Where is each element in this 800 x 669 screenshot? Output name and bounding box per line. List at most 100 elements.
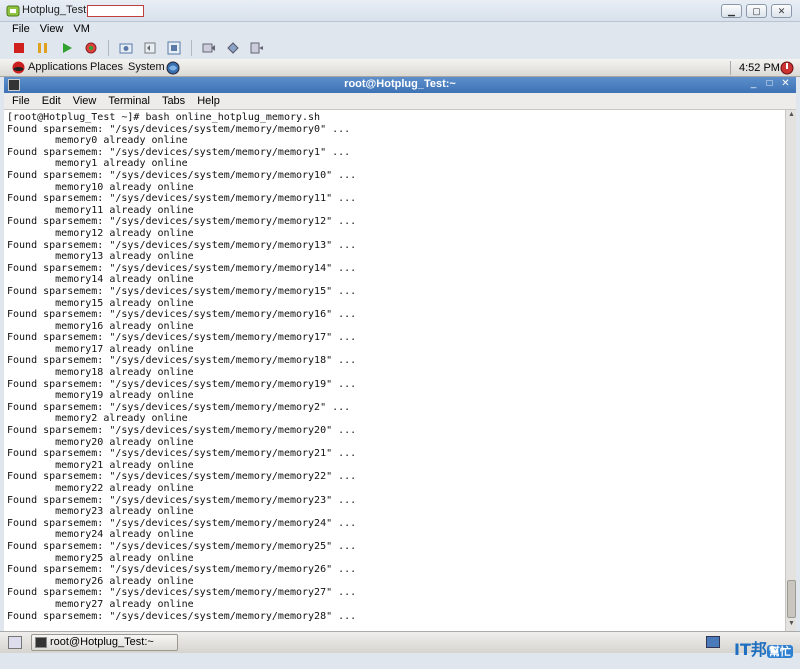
terminal-minimize-button[interactable]: _	[747, 78, 760, 91]
web-browser-icon[interactable]	[166, 61, 180, 75]
terminal-line: Found sparsemem: "/sys/devices/system/me…	[7, 123, 351, 135]
terminal-line: memory1 already online	[7, 158, 188, 170]
vm-menu-vm[interactable]: VM	[73, 22, 90, 37]
redhat-logo-icon	[12, 61, 25, 74]
quick-switch-button[interactable]	[200, 39, 218, 57]
terminal-line: Found sparsemem: "/sys/devices/system/me…	[7, 309, 357, 321]
watermark-text-1: IT邦	[734, 640, 767, 659]
show-desktop-button[interactable]	[8, 636, 22, 649]
snapshot-icon	[119, 43, 133, 54]
terminal-line: memory11 already online	[7, 204, 194, 216]
terminal-line: Found sparsemem: "/sys/devices/system/me…	[7, 564, 357, 576]
vm-statusbar	[0, 653, 800, 669]
taskbar-item-terminal[interactable]: root@Hotplug_Test:~	[31, 634, 178, 651]
vm-host-name-box	[87, 5, 144, 17]
terminal-menu-help[interactable]: Help	[197, 93, 220, 109]
stop-vm-button[interactable]	[10, 39, 28, 57]
terminal-line: memory19 already online	[7, 390, 194, 402]
terminal-line: memory10 already online	[7, 181, 194, 193]
scroll-up-arrow-icon[interactable]: ▲	[787, 111, 796, 121]
terminal-line: Found sparsemem: "/sys/devices/system/me…	[7, 169, 357, 181]
reset-vm-button[interactable]	[82, 39, 100, 57]
terminal-line: memory27 already online	[7, 598, 194, 610]
revert-snapshot-button[interactable]	[141, 39, 159, 57]
terminal-line: Found sparsemem: "/sys/devices/system/me…	[7, 610, 357, 622]
reset-icon	[85, 42, 97, 54]
terminal-titlebar: root@Hotplug_Test:~ _ □ ✕	[4, 77, 796, 93]
terminal-line: Found sparsemem: "/sys/devices/system/me…	[7, 262, 357, 274]
pause-vm-button[interactable]	[34, 39, 52, 57]
vm-menu-file[interactable]: File	[12, 22, 30, 37]
terminal-menu-view[interactable]: View	[73, 93, 97, 109]
terminal-line: Found sparsemem: "/sys/devices/system/me…	[7, 540, 357, 552]
panel-clock[interactable]: 4:52 PM	[739, 62, 780, 74]
terminal-output[interactable]: [root@Hotplug_Test ~]# bash online_hotpl…	[4, 110, 785, 631]
terminal-menu-tabs[interactable]: Tabs	[162, 93, 185, 109]
terminal-line: memory15 already online	[7, 297, 194, 309]
play-icon	[63, 43, 72, 53]
terminal-line: Found sparsemem: "/sys/devices/system/me…	[7, 494, 357, 506]
terminal-line: memory14 already online	[7, 274, 194, 286]
vm-menubar: File View VM	[0, 22, 800, 37]
terminal-line: Found sparsemem: "/sys/devices/system/me…	[7, 146, 351, 158]
terminal-line: memory18 already online	[7, 367, 194, 379]
workspace-switcher[interactable]	[706, 636, 720, 648]
terminal-line: Found sparsemem: "/sys/devices/system/me…	[7, 332, 357, 344]
terminal-title: root@Hotplug_Test:~	[344, 78, 456, 90]
terminal-line: memory16 already online	[7, 320, 194, 332]
gnome-bottom-panel: root@Hotplug_Test:~	[0, 631, 800, 653]
terminal-line: memory25 already online	[7, 552, 194, 564]
system-menu[interactable]: System	[128, 61, 165, 73]
terminal-line: Found sparsemem: "/sys/devices/system/me…	[7, 517, 357, 529]
taskbar-item-label: root@Hotplug_Test:~	[50, 636, 154, 648]
terminal-line: Found sparsemem: "/sys/devices/system/me…	[7, 425, 357, 437]
places-menu[interactable]: Places	[90, 61, 123, 73]
maximize-button[interactable]: ▢	[746, 4, 767, 18]
terminal-line: memory24 already online	[7, 529, 194, 541]
terminal-line: memory23 already online	[7, 506, 194, 518]
terminal-line: Found sparsemem: "/sys/devices/system/me…	[7, 378, 357, 390]
snapshot-manager-icon	[167, 41, 181, 55]
unity-icon	[227, 42, 239, 54]
terminal-line: Found sparsemem: "/sys/devices/system/me…	[7, 587, 357, 599]
terminal-line: Found sparsemem: "/sys/devices/system/me…	[7, 401, 351, 413]
terminal-line: Found sparsemem: "/sys/devices/system/me…	[7, 355, 357, 367]
terminal-scrollbar[interactable]: ▲ ▼	[785, 110, 796, 631]
console-view-button[interactable]	[248, 39, 266, 57]
terminal-menu-terminal[interactable]: Terminal	[108, 93, 150, 109]
terminal-icon	[35, 637, 47, 648]
terminal-line: memory20 already online	[7, 436, 194, 448]
terminal-line: Found sparsemem: "/sys/devices/system/me…	[7, 285, 357, 297]
ithome-watermark-logo: IT邦 幫忙	[734, 636, 793, 660]
power-icon[interactable]	[780, 61, 794, 75]
scroll-down-arrow-icon[interactable]: ▼	[787, 620, 796, 630]
snapshot-manager-button[interactable]	[165, 39, 183, 57]
minimize-button[interactable]: ▁	[721, 4, 742, 18]
revert-icon	[144, 42, 156, 54]
vm-toolbar	[0, 37, 800, 59]
terminal-maximize-button[interactable]: □	[763, 78, 776, 91]
terminal-line: Found sparsemem: "/sys/devices/system/me…	[7, 216, 357, 228]
terminal-close-button[interactable]: ✕	[779, 78, 792, 91]
applications-menu[interactable]: Applications	[28, 61, 87, 73]
scrollbar-thumb[interactable]	[787, 580, 796, 618]
terminal-line: Found sparsemem: "/sys/devices/system/me…	[7, 193, 357, 205]
toolbar-separator	[191, 40, 192, 56]
vm-window-titlebar: Hotplug_Test on ▁ ▢ ✕	[0, 0, 800, 22]
terminal-line: memory2 already online	[7, 413, 188, 425]
unity-button[interactable]	[224, 39, 242, 57]
snapshot-button[interactable]	[117, 39, 135, 57]
panel-separator	[730, 61, 731, 75]
terminal-menu-edit[interactable]: Edit	[42, 93, 61, 109]
vm-menu-view[interactable]: View	[40, 22, 64, 37]
vm-app-icon	[6, 5, 20, 17]
terminal-line: Found sparsemem: "/sys/devices/system/me…	[7, 448, 357, 460]
play-vm-button[interactable]	[58, 39, 76, 57]
terminal-line: memory0 already online	[7, 135, 188, 147]
close-button[interactable]: ✕	[771, 4, 792, 18]
toolbar-separator	[108, 40, 109, 56]
console-view-icon	[250, 42, 263, 54]
terminal-menu-file[interactable]: File	[12, 93, 30, 109]
terminal-menubar: File Edit View Terminal Tabs Help	[4, 93, 796, 110]
watermark-text-2: 幫忙	[766, 645, 793, 658]
